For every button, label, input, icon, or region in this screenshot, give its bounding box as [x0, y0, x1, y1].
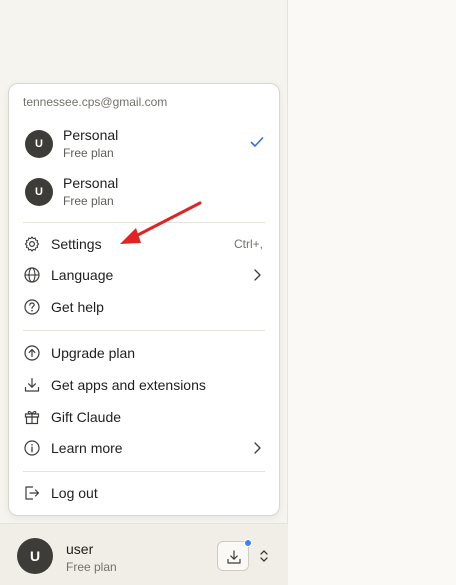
- globe-icon: [24, 267, 40, 283]
- avatar: U: [25, 130, 53, 158]
- user-plan: Free plan: [66, 560, 117, 574]
- download-icon: [227, 550, 241, 564]
- menu-item-gift-claude[interactable]: Gift Claude: [9, 402, 279, 432]
- download-icon: [24, 377, 40, 392]
- logout-icon: [25, 486, 40, 500]
- chevron-up-down-icon[interactable]: [257, 548, 271, 564]
- menu-item-log-out[interactable]: Log out: [9, 478, 279, 508]
- avatar: U: [25, 178, 53, 206]
- chevron-right-icon: [254, 442, 261, 454]
- question-circle-icon: [24, 299, 40, 315]
- gear-icon: [24, 236, 40, 252]
- menu-item-label: Get help: [51, 299, 104, 315]
- menu-item-label: Gift Claude: [51, 409, 122, 425]
- menu-item-label: Upgrade plan: [51, 345, 136, 361]
- divider: [23, 222, 265, 223]
- account-menu: tennessee.cps@gmail.com U Personal Free …: [8, 83, 280, 516]
- download-app-button[interactable]: [217, 539, 252, 571]
- avatar: U: [17, 538, 53, 574]
- notification-dot: [244, 539, 252, 547]
- user-profile-bar[interactable]: U user Free plan: [0, 523, 288, 585]
- main-area: [288, 0, 456, 585]
- arrow-up-circle-icon: [24, 345, 40, 361]
- checkmark-icon: [250, 137, 264, 147]
- account-option-personal-1[interactable]: U Personal Free plan: [9, 118, 279, 166]
- menu-item-learn-more[interactable]: Learn more: [9, 433, 279, 463]
- menu-item-label: Settings: [51, 236, 102, 252]
- menu-item-label: Get apps and extensions: [51, 377, 206, 393]
- menu-item-upgrade-plan[interactable]: Upgrade plan: [9, 338, 279, 368]
- divider: [23, 471, 265, 472]
- account-name: Personal: [63, 127, 119, 143]
- account-option-personal-2[interactable]: U Personal Free plan: [9, 166, 279, 214]
- account-name: Personal: [63, 175, 119, 191]
- menu-item-label: Log out: [51, 485, 98, 501]
- user-name: user: [66, 541, 94, 557]
- keyboard-shortcut: Ctrl+,: [233, 237, 263, 251]
- info-circle-icon: [24, 440, 40, 456]
- menu-item-label: Learn more: [51, 440, 123, 456]
- account-plan: Free plan: [63, 194, 114, 208]
- menu-item-label: Language: [51, 267, 114, 283]
- divider: [23, 330, 265, 331]
- menu-item-get-apps[interactable]: Get apps and extensions: [9, 370, 279, 400]
- account-email: tennessee.cps@gmail.com: [23, 95, 168, 109]
- chevron-right-icon: [254, 269, 261, 281]
- menu-item-language[interactable]: Language: [9, 260, 279, 290]
- menu-item-settings[interactable]: Settings Ctrl+,: [9, 229, 279, 259]
- gift-icon: [24, 410, 40, 425]
- menu-item-get-help[interactable]: Get help: [9, 292, 279, 322]
- account-plan: Free plan: [63, 146, 114, 160]
